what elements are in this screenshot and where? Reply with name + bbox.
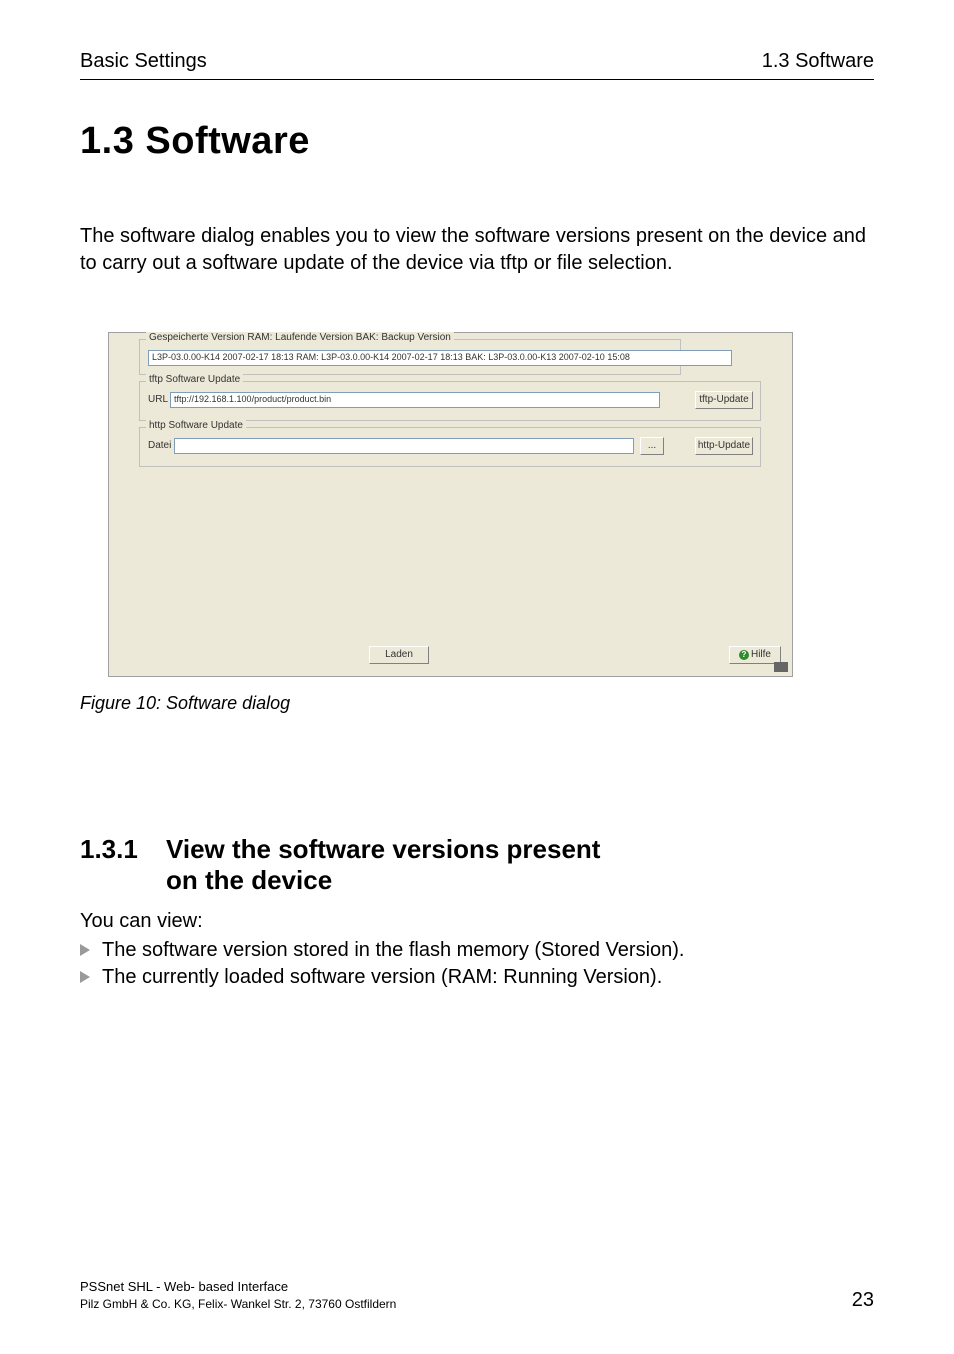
tftp-update-button[interactable]: tftp-Update <box>695 391 753 409</box>
lead-text: You can view: <box>80 910 874 933</box>
page-title: 1.3 Software <box>80 120 874 163</box>
header-rule <box>80 79 874 80</box>
http-legend: http Software Update <box>146 420 246 431</box>
list-item: The currently loaded software version (R… <box>80 964 874 991</box>
footer-line1: PSSnet SHL - Web- based Interface <box>80 1278 396 1296</box>
footer-line2: Pilz GmbH & Co. KG, Felix- Wankel Str. 2… <box>80 1296 396 1312</box>
intro-paragraph: The software dialog enables you to view … <box>80 223 874 277</box>
bullet-list: The software version stored in the flash… <box>80 937 874 991</box>
subheading-line2: on the device <box>166 865 874 896</box>
tftp-url-label: URL <box>148 394 168 405</box>
http-file-input[interactable] <box>174 438 634 454</box>
hilfe-label: Hilfe <box>751 649 771 660</box>
subheading-line1: View the software versions present <box>166 834 600 865</box>
figure-caption: Figure 10: Software dialog <box>80 693 874 714</box>
header-left: Basic Settings <box>80 50 207 73</box>
versions-fieldset: Gespeicherte Version RAM: Laufende Versi… <box>139 339 681 375</box>
resize-grip-icon <box>774 662 788 672</box>
http-file-label: Datei <box>148 440 171 451</box>
laden-button[interactable]: Laden <box>369 646 429 664</box>
http-fieldset: http Software Update Datei ... http-Upda… <box>139 427 761 467</box>
http-update-button[interactable]: http-Update <box>695 437 753 455</box>
tftp-url-input[interactable]: tftp://192.168.1.100/product/product.bin <box>170 392 660 408</box>
header-right: 1.3 Software <box>762 50 874 73</box>
file-browse-button[interactable]: ... <box>640 437 664 455</box>
page-footer: PSSnet SHL - Web- based Interface Pilz G… <box>80 1278 874 1312</box>
help-icon: ? <box>739 650 749 660</box>
software-dialog-screenshot: Gespeicherte Version RAM: Laufende Versi… <box>108 332 793 677</box>
tftp-fieldset: tftp Software Update URL tftp://192.168.… <box>139 381 761 421</box>
versions-input[interactable]: L3P-03.0.00-K14 2007-02-17 18:13 RAM: L3… <box>148 350 732 366</box>
list-item: The software version stored in the flash… <box>80 937 874 964</box>
tftp-legend: tftp Software Update <box>146 374 243 385</box>
page-number: 23 <box>852 1289 874 1312</box>
subheading: 1.3.1View the software versions present … <box>80 834 874 896</box>
subheading-number: 1.3.1 <box>80 834 166 865</box>
versions-legend: Gespeicherte Version RAM: Laufende Versi… <box>146 332 454 343</box>
